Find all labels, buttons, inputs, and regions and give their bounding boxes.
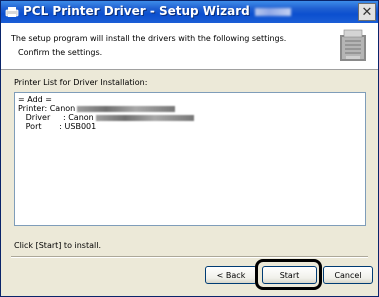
- printer-list-box[interactable]: = Add = Printer: Canon Driver : Canon Po…: [14, 92, 366, 226]
- list-line-port: Port : USB001: [18, 122, 362, 131]
- printer-list-label: Printer List for Driver Installation:: [14, 78, 148, 87]
- close-icon: ✕: [361, 4, 373, 20]
- setup-wizard-window: PCL Printer Driver - Setup Wizard ✕ The …: [0, 0, 379, 297]
- version-redacted: [254, 7, 291, 16]
- confirm-text: Confirm the settings.: [18, 48, 103, 57]
- cancel-button-label: Cancel: [334, 270, 362, 280]
- printer-graphic-icon: [340, 29, 366, 61]
- start-hint: Click [Start] to install.: [14, 241, 101, 250]
- list-line-add-text: = Add =: [18, 95, 52, 104]
- close-button[interactable]: ✕: [358, 3, 376, 21]
- instruction-text: The setup program will install the drive…: [11, 34, 287, 43]
- back-button[interactable]: < Back: [205, 266, 257, 284]
- printer-app-icon: [5, 7, 19, 17]
- list-line-driver: Driver : Canon: [18, 113, 362, 122]
- title-bar[interactable]: PCL Printer Driver - Setup Wizard ✕: [1, 1, 378, 23]
- wizard-header: The setup program will install the drive…: [1, 23, 378, 70]
- window-title: PCL Printer Driver - Setup Wizard: [23, 4, 291, 18]
- divider: [11, 256, 368, 258]
- driver-label: Driver : Canon: [18, 113, 94, 122]
- list-line-printer: Printer: Canon: [18, 104, 362, 113]
- back-button-label: < Back: [216, 270, 246, 280]
- cancel-button[interactable]: Cancel: [323, 266, 373, 284]
- printer-label: Printer: Canon: [18, 104, 76, 113]
- port-value: Port : USB001: [18, 122, 97, 131]
- wizard-body: Printer List for Driver Installation: = …: [1, 70, 378, 296]
- driver-name-redacted: [95, 114, 194, 121]
- start-button[interactable]: Start: [262, 266, 317, 284]
- start-button-label: Start: [279, 270, 300, 280]
- printer-name-redacted: [77, 105, 176, 112]
- window-title-text: PCL Printer Driver - Setup Wizard: [23, 4, 250, 18]
- list-line-add: = Add =: [18, 95, 362, 104]
